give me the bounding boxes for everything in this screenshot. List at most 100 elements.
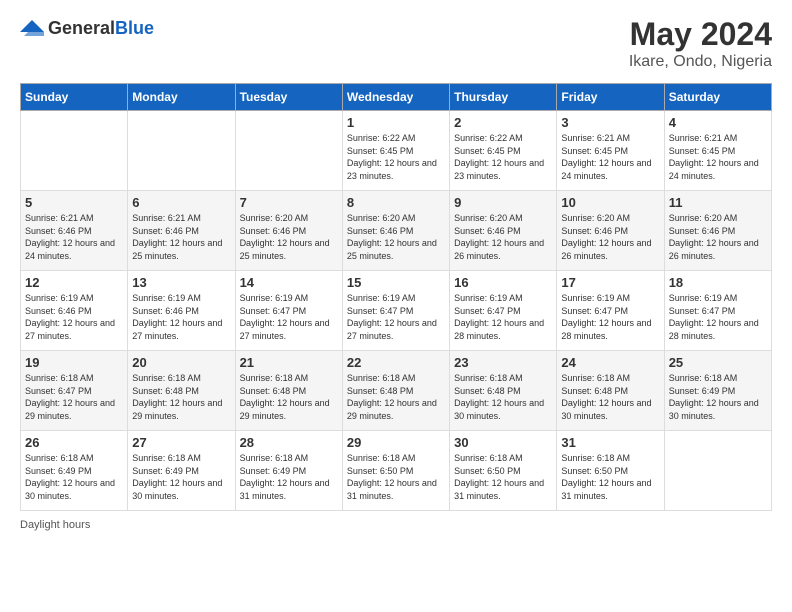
day-number: 8 bbox=[347, 195, 445, 210]
day-cell: 31 Sunrise: 6:18 AMSunset: 6:50 PMDayligh… bbox=[557, 431, 664, 511]
main-title: May 2024 bbox=[629, 16, 772, 53]
day-number: 28 bbox=[240, 435, 338, 450]
day-cell: 7 Sunrise: 6:20 AMSunset: 6:46 PMDaylight… bbox=[235, 191, 342, 271]
day-number: 2 bbox=[454, 115, 552, 130]
day-number: 14 bbox=[240, 275, 338, 290]
day-cell: 13 Sunrise: 6:19 AMSunset: 6:46 PMDayligh… bbox=[128, 271, 235, 351]
day-info: Sunrise: 6:21 AMSunset: 6:45 PMDaylight:… bbox=[561, 132, 659, 182]
day-info: Sunrise: 6:22 AMSunset: 6:45 PMDaylight:… bbox=[347, 132, 445, 182]
col-header-tuesday: Tuesday bbox=[235, 84, 342, 111]
day-number: 1 bbox=[347, 115, 445, 130]
logo-text: GeneralBlue bbox=[48, 18, 154, 39]
logo-icon bbox=[20, 16, 44, 40]
day-info: Sunrise: 6:19 AMSunset: 6:47 PMDaylight:… bbox=[454, 292, 552, 342]
day-number: 19 bbox=[25, 355, 123, 370]
week-row-1: 1 Sunrise: 6:22 AMSunset: 6:45 PMDaylight… bbox=[21, 111, 772, 191]
day-info: Sunrise: 6:19 AMSunset: 6:46 PMDaylight:… bbox=[132, 292, 230, 342]
day-cell: 30 Sunrise: 6:18 AMSunset: 6:50 PMDayligh… bbox=[450, 431, 557, 511]
subtitle: Ikare, Ondo, Nigeria bbox=[629, 53, 772, 71]
title-block: May 2024 Ikare, Ondo, Nigeria bbox=[629, 16, 772, 71]
day-info: Sunrise: 6:21 AMSunset: 6:45 PMDaylight:… bbox=[669, 132, 767, 182]
week-row-5: 26 Sunrise: 6:18 AMSunset: 6:49 PMDayligh… bbox=[21, 431, 772, 511]
week-row-4: 19 Sunrise: 6:18 AMSunset: 6:47 PMDayligh… bbox=[21, 351, 772, 431]
day-cell: 27Sunrise: 6:18 AMSunset: 6:49 PMDayligh… bbox=[128, 431, 235, 511]
day-info: Sunrise: 6:18 AMSunset: 6:48 PMDaylight:… bbox=[347, 372, 445, 422]
day-cell bbox=[664, 431, 771, 511]
day-number: 25 bbox=[669, 355, 767, 370]
day-info: Sunrise: 6:20 AMSunset: 6:46 PMDaylight:… bbox=[561, 212, 659, 262]
day-info: Sunrise: 6:18 AMSunset: 6:49 PMDaylight:… bbox=[25, 452, 123, 502]
col-header-wednesday: Wednesday bbox=[342, 84, 449, 111]
day-number: 6 bbox=[132, 195, 230, 210]
day-number: 26 bbox=[25, 435, 123, 450]
day-number: 12 bbox=[25, 275, 123, 290]
day-info: Sunrise: 6:20 AMSunset: 6:46 PMDaylight:… bbox=[240, 212, 338, 262]
day-cell: 6 Sunrise: 6:21 AMSunset: 6:46 PMDaylight… bbox=[128, 191, 235, 271]
day-info: Sunrise: 6:20 AMSunset: 6:46 PMDaylight:… bbox=[347, 212, 445, 262]
day-number: 31 bbox=[561, 435, 659, 450]
day-info: Sunrise: 6:18 AMSunset: 6:49 PMDaylight:… bbox=[132, 452, 230, 502]
day-cell: 15 Sunrise: 6:19 AMSunset: 6:47 PMDayligh… bbox=[342, 271, 449, 351]
day-number: 24 bbox=[561, 355, 659, 370]
day-number: 9 bbox=[454, 195, 552, 210]
day-number: 5 bbox=[25, 195, 123, 210]
page: GeneralBlue May 2024 Ikare, Ondo, Nigeri… bbox=[0, 0, 792, 547]
day-cell: 25 Sunrise: 6:18 AMSunset: 6:49 PMDayligh… bbox=[664, 351, 771, 431]
day-number: 13 bbox=[132, 275, 230, 290]
day-cell: 26 Sunrise: 6:18 AMSunset: 6:49 PMDayligh… bbox=[21, 431, 128, 511]
day-number: 18 bbox=[669, 275, 767, 290]
calendar-table: SundayMondayTuesdayWednesdayThursdayFrid… bbox=[20, 83, 772, 511]
day-cell: 16 Sunrise: 6:19 AMSunset: 6:47 PMDayligh… bbox=[450, 271, 557, 351]
day-cell: 10 Sunrise: 6:20 AMSunset: 6:46 PMDayligh… bbox=[557, 191, 664, 271]
day-info: Sunrise: 6:19 AMSunset: 6:47 PMDaylight:… bbox=[561, 292, 659, 342]
day-number: 23 bbox=[454, 355, 552, 370]
day-number: 30 bbox=[454, 435, 552, 450]
day-info: Sunrise: 6:19 AMSunset: 6:47 PMDaylight:… bbox=[347, 292, 445, 342]
day-cell bbox=[128, 111, 235, 191]
col-header-thursday: Thursday bbox=[450, 84, 557, 111]
day-cell: 19 Sunrise: 6:18 AMSunset: 6:47 PMDayligh… bbox=[21, 351, 128, 431]
day-cell: 8 Sunrise: 6:20 AMSunset: 6:46 PMDaylight… bbox=[342, 191, 449, 271]
day-info: Sunrise: 6:18 AMSunset: 6:50 PMDaylight:… bbox=[561, 452, 659, 502]
day-cell: 28Sunrise: 6:18 AMSunset: 6:49 PMDayligh… bbox=[235, 431, 342, 511]
footer: Daylight hours bbox=[20, 519, 772, 531]
day-info: Sunrise: 6:18 AMSunset: 6:48 PMDaylight:… bbox=[561, 372, 659, 422]
col-header-saturday: Saturday bbox=[664, 84, 771, 111]
day-number: 15 bbox=[347, 275, 445, 290]
day-info: Sunrise: 6:22 AMSunset: 6:45 PMDaylight:… bbox=[454, 132, 552, 182]
day-cell: 29Sunrise: 6:18 AMSunset: 6:50 PMDayligh… bbox=[342, 431, 449, 511]
header-row: SundayMondayTuesdayWednesdayThursdayFrid… bbox=[21, 84, 772, 111]
day-number: 4 bbox=[669, 115, 767, 130]
day-cell bbox=[21, 111, 128, 191]
day-number: 20 bbox=[132, 355, 230, 370]
day-cell: 22Sunrise: 6:18 AMSunset: 6:48 PMDayligh… bbox=[342, 351, 449, 431]
day-cell: 3Sunrise: 6:21 AMSunset: 6:45 PMDaylight… bbox=[557, 111, 664, 191]
day-number: 7 bbox=[240, 195, 338, 210]
day-cell: 4 Sunrise: 6:21 AMSunset: 6:45 PMDaylight… bbox=[664, 111, 771, 191]
day-cell: 17Sunrise: 6:19 AMSunset: 6:47 PMDayligh… bbox=[557, 271, 664, 351]
day-cell: 23 Sunrise: 6:18 AMSunset: 6:48 PMDayligh… bbox=[450, 351, 557, 431]
day-cell: 21Sunrise: 6:18 AMSunset: 6:48 PMDayligh… bbox=[235, 351, 342, 431]
day-cell: 9Sunrise: 6:20 AMSunset: 6:46 PMDaylight… bbox=[450, 191, 557, 271]
day-cell: 14 Sunrise: 6:19 AMSunset: 6:47 PMDayligh… bbox=[235, 271, 342, 351]
daylight-label: Daylight hours bbox=[20, 519, 90, 531]
col-header-sunday: Sunday bbox=[21, 84, 128, 111]
col-header-monday: Monday bbox=[128, 84, 235, 111]
day-info: Sunrise: 6:19 AMSunset: 6:47 PMDaylight:… bbox=[240, 292, 338, 342]
day-cell: 11 Sunrise: 6:20 AMSunset: 6:46 PMDayligh… bbox=[664, 191, 771, 271]
day-number: 11 bbox=[669, 195, 767, 210]
logo: GeneralBlue bbox=[20, 16, 154, 40]
day-cell: 20 Sunrise: 6:18 AMSunset: 6:48 PMDayligh… bbox=[128, 351, 235, 431]
day-info: Sunrise: 6:20 AMSunset: 6:46 PMDaylight:… bbox=[669, 212, 767, 262]
day-info: Sunrise: 6:18 AMSunset: 6:48 PMDaylight:… bbox=[132, 372, 230, 422]
day-info: Sunrise: 6:18 AMSunset: 6:48 PMDaylight:… bbox=[454, 372, 552, 422]
day-info: Sunrise: 6:18 AMSunset: 6:50 PMDaylight:… bbox=[454, 452, 552, 502]
day-info: Sunrise: 6:21 AMSunset: 6:46 PMDaylight:… bbox=[132, 212, 230, 262]
day-info: Sunrise: 6:18 AMSunset: 6:48 PMDaylight:… bbox=[240, 372, 338, 422]
day-info: Sunrise: 6:18 AMSunset: 6:50 PMDaylight:… bbox=[347, 452, 445, 502]
day-info: Sunrise: 6:18 AMSunset: 6:47 PMDaylight:… bbox=[25, 372, 123, 422]
day-cell: 1 Sunrise: 6:22 AMSunset: 6:45 PMDaylight… bbox=[342, 111, 449, 191]
day-info: Sunrise: 6:18 AMSunset: 6:49 PMDaylight:… bbox=[669, 372, 767, 422]
day-number: 16 bbox=[454, 275, 552, 290]
day-number: 10 bbox=[561, 195, 659, 210]
